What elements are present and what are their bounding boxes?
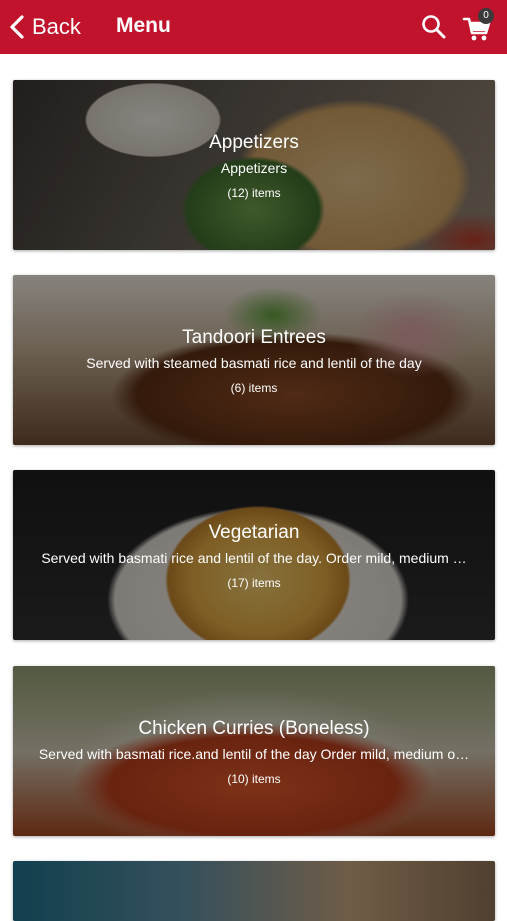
back-button[interactable]: Back xyxy=(8,10,81,44)
category-item-count: (10) items xyxy=(227,772,281,786)
category-card-vegetarian[interactable]: Vegetarian Served with basmati rice and … xyxy=(13,470,495,640)
category-description: Served with steamed basmati rice and len… xyxy=(86,355,422,371)
category-card-chicken-curries[interactable]: Chicken Curries (Boneless) Served with b… xyxy=(13,666,495,836)
category-card-partial[interactable] xyxy=(13,861,495,921)
category-item-count: (12) items xyxy=(227,186,281,200)
category-description: Served with basmati rice and lentil of t… xyxy=(41,550,467,566)
category-item-count: (6) items xyxy=(230,381,278,395)
search-icon xyxy=(422,15,446,39)
category-description: Appetizers xyxy=(220,160,288,176)
category-card-tandoori-entrees[interactable]: Tandoori Entrees Served with steamed bas… xyxy=(13,275,495,445)
cart-button[interactable]: 0 xyxy=(460,8,496,44)
search-button[interactable] xyxy=(420,13,448,41)
category-description: Served with basmati rice.and lentil of t… xyxy=(38,746,470,762)
back-label: Back xyxy=(32,14,81,39)
top-navigation-bar: Back Menu 0 xyxy=(0,0,507,54)
category-card-appetizers[interactable]: Appetizers Appetizers (12) items xyxy=(13,80,495,250)
category-name: Chicken Curries (Boneless) xyxy=(138,718,370,739)
category-name: Vegetarian xyxy=(208,522,300,543)
chevron-left-icon xyxy=(10,15,24,39)
cart-count-badge: 0 xyxy=(478,8,494,24)
page-title: Menu xyxy=(116,14,171,37)
category-item-count: (17) items xyxy=(227,576,281,590)
category-name: Appetizers xyxy=(209,132,299,153)
category-name: Tandoori Entrees xyxy=(182,327,326,348)
